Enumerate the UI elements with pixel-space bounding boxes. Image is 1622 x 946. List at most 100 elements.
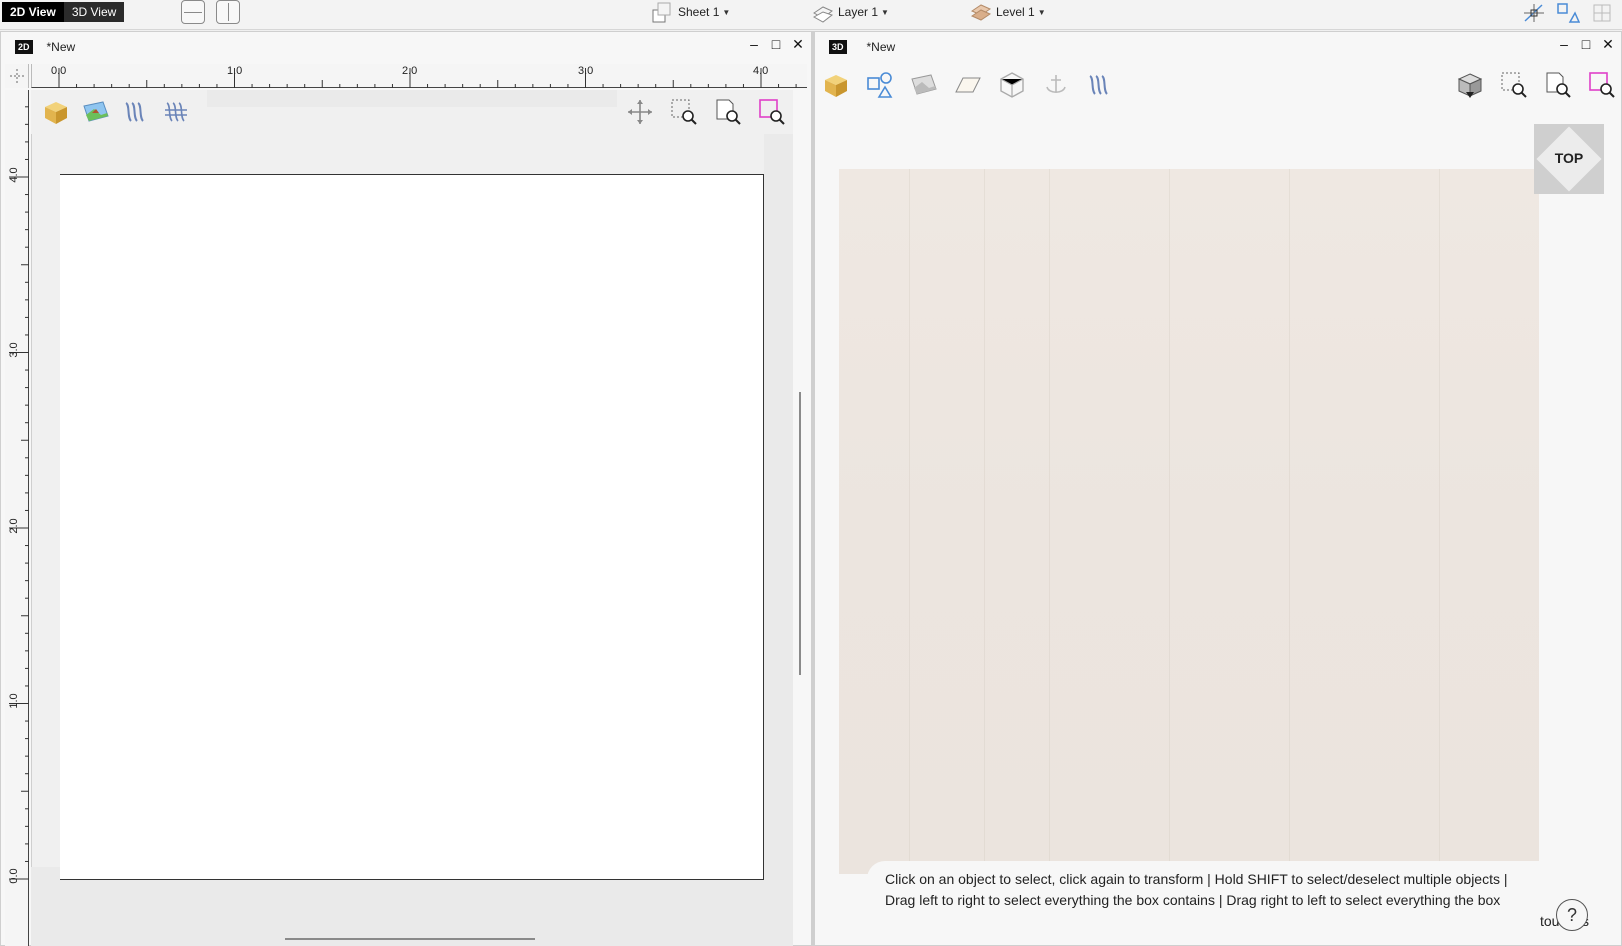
layer-label: Layer 1 bbox=[838, 5, 879, 19]
navigation-cube[interactable]: TOP bbox=[1534, 124, 1604, 194]
ruler-h-label: 3.0 bbox=[578, 65, 594, 77]
3d-ground-plane[interactable] bbox=[839, 169, 1539, 874]
zoom-window-icon bbox=[671, 99, 697, 125]
anchor-icon bbox=[1046, 75, 1066, 94]
snap-icon[interactable] bbox=[1522, 2, 1546, 24]
zoom-fit-button[interactable] bbox=[713, 97, 743, 127]
cube-icon bbox=[45, 102, 67, 124]
panel-2d-titlebar: 2D *New – □ ✕ bbox=[1, 32, 811, 62]
wall-icon bbox=[125, 102, 144, 122]
ruler-h-label: 0.0 bbox=[51, 65, 67, 77]
sheet-dropdown[interactable]: Sheet 1 ▼ bbox=[652, 0, 730, 24]
ground-texture bbox=[984, 169, 985, 874]
minimize-icon[interactable]: – bbox=[747, 36, 761, 52]
grid-icon[interactable] bbox=[1590, 2, 1614, 24]
vertical-scrollbar[interactable] bbox=[799, 392, 801, 675]
chevron-down-icon: ▼ bbox=[881, 7, 889, 17]
drawing-sheet[interactable] bbox=[60, 174, 764, 880]
layer-icon bbox=[812, 1, 834, 23]
insert-wall-button[interactable] bbox=[121, 97, 151, 127]
sheet-label: Sheet 1 bbox=[678, 5, 720, 19]
panel-2d-view: 2D *New – □ ✕ 0.0 1.0 2.0 3.0 4.0 4.0 3.… bbox=[0, 31, 812, 946]
panel-3d-badge: 3D bbox=[829, 40, 847, 54]
tab-3d-view[interactable]: 3D View bbox=[64, 2, 124, 22]
zoom-selection-button[interactable] bbox=[1587, 70, 1617, 100]
image-icon bbox=[911, 74, 937, 95]
image-icon bbox=[83, 101, 109, 122]
chevron-down-icon: ▼ bbox=[722, 7, 731, 17]
ruler-corner[interactable] bbox=[5, 64, 29, 88]
view-toolbar-2d bbox=[617, 90, 793, 134]
insert-toolbar-2d bbox=[31, 90, 207, 134]
ruler-h-label: 2.0 bbox=[402, 65, 418, 77]
zoom-selection-button[interactable] bbox=[757, 97, 787, 127]
cube-icon bbox=[825, 75, 847, 97]
ruler-v-label: 0.0 bbox=[8, 868, 20, 884]
tab-2d-view[interactable]: 2D View bbox=[2, 2, 64, 22]
ground-texture bbox=[1439, 169, 1440, 874]
insert-object-button[interactable] bbox=[41, 97, 71, 127]
zoom-page-icon bbox=[716, 99, 741, 125]
insert-anchor-button[interactable] bbox=[1041, 70, 1071, 100]
move-icon bbox=[628, 100, 652, 124]
view-toolbar-3d bbox=[1455, 68, 1617, 102]
help-hint-box: Click on an object to select, click agai… bbox=[867, 861, 1607, 935]
view-cube-button[interactable] bbox=[1455, 70, 1485, 100]
insert-box-button[interactable] bbox=[997, 70, 1027, 100]
hint-line-1: Click on an object to select, click agai… bbox=[885, 871, 1508, 887]
ruler-h-label: 1.0 bbox=[227, 65, 243, 77]
zoom-window-button[interactable] bbox=[1499, 70, 1529, 100]
zoom-selection-icon bbox=[759, 99, 785, 125]
ruler-v-label: 2.0 bbox=[8, 518, 20, 534]
close-icon[interactable]: ✕ bbox=[791, 36, 805, 52]
panel-2d-title: *New bbox=[46, 40, 76, 54]
zoom-window-button[interactable] bbox=[669, 97, 699, 127]
shapes-snap-icon[interactable] bbox=[1556, 2, 1581, 24]
shapes-icon bbox=[867, 72, 893, 98]
insert-fence-button[interactable] bbox=[161, 97, 191, 127]
navcube-label: TOP bbox=[1554, 150, 1584, 166]
maximize-icon[interactable]: □ bbox=[1579, 36, 1593, 52]
ground-texture bbox=[1169, 169, 1170, 874]
layer-dropdown[interactable]: Layer 1 ▼ bbox=[812, 0, 889, 24]
ruler-h-label: 4.0 bbox=[753, 65, 769, 77]
horizontal-scrollbar[interactable] bbox=[285, 938, 535, 940]
close-icon[interactable]: ✕ bbox=[1601, 36, 1615, 52]
split-horizontal-button[interactable] bbox=[181, 0, 205, 24]
level-label: Level 1 bbox=[996, 5, 1035, 19]
split-vertical-button[interactable] bbox=[216, 0, 240, 24]
panel-3d-titlebar: 3D *New – □ ✕ bbox=[815, 32, 1621, 62]
horizontal-ruler-ticks bbox=[58, 68, 797, 88]
panel-3d-window-controls: – □ ✕ bbox=[1557, 36, 1615, 52]
pan-button[interactable] bbox=[625, 97, 655, 127]
wall-icon bbox=[1089, 75, 1108, 95]
ground-texture bbox=[909, 169, 910, 874]
horizontal-ruler[interactable]: 0.0 1.0 2.0 3.0 4.0 bbox=[31, 64, 807, 88]
zoom-fit-button[interactable] bbox=[1543, 70, 1573, 100]
hint-line-2: Drag left to right to select everything … bbox=[885, 892, 1501, 908]
zoom-window-icon bbox=[1501, 72, 1527, 98]
maximize-icon[interactable]: □ bbox=[769, 36, 783, 52]
vertical-ruler[interactable]: 4.0 3.0 2.0 1.0 0.0 bbox=[5, 90, 29, 946]
top-toolbar: 2D View 3D View Sheet 1 ▼ Layer 1 ▼ Leve… bbox=[0, 0, 1622, 30]
insert-wall-button[interactable] bbox=[1085, 70, 1115, 100]
view-cube-icon bbox=[1457, 73, 1483, 98]
minimize-icon[interactable]: – bbox=[1557, 36, 1571, 52]
insert-shape-button[interactable] bbox=[865, 70, 895, 100]
insert-image-button[interactable] bbox=[81, 97, 111, 127]
insert-toolbar-3d bbox=[821, 68, 1115, 102]
zoom-selection-icon bbox=[1589, 72, 1615, 98]
insert-object-button[interactable] bbox=[821, 70, 851, 100]
level-icon bbox=[970, 1, 992, 23]
ruler-v-label: 1.0 bbox=[8, 693, 20, 709]
help-button[interactable]: ? bbox=[1556, 899, 1588, 931]
chevron-down-icon: ▼ bbox=[1037, 7, 1046, 17]
insert-image-button[interactable] bbox=[909, 70, 939, 100]
ground-texture bbox=[1289, 169, 1290, 874]
panel-2d-badge: 2D bbox=[15, 40, 33, 54]
ruler-v-label: 4.0 bbox=[8, 167, 20, 183]
insert-plane-button[interactable] bbox=[953, 70, 983, 100]
panel-3d-view: 3D *New – □ ✕ TOP Click on an object to … bbox=[814, 31, 1622, 946]
view-toggle: 2D View 3D View bbox=[2, 2, 125, 22]
level-dropdown[interactable]: Level 1 ▼ bbox=[970, 0, 1046, 24]
